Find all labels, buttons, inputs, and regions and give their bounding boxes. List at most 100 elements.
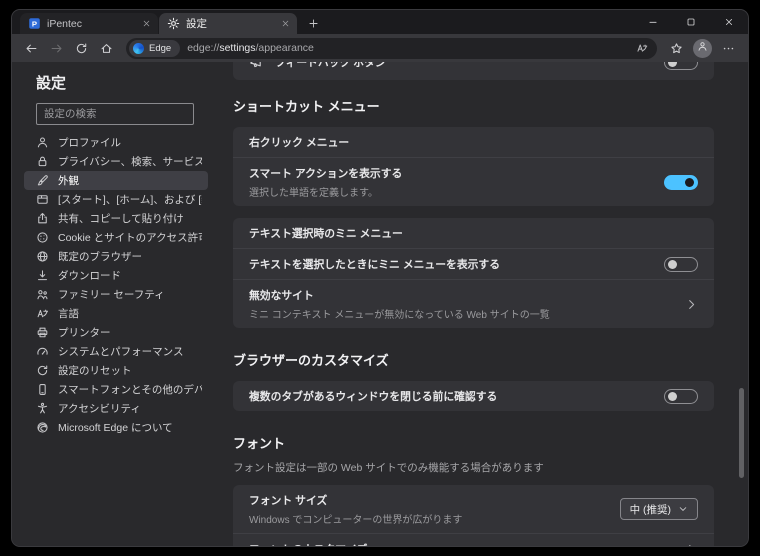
padlock-icon [36,155,49,168]
close-tab-icon[interactable] [139,17,153,31]
edge-badge-label: Edge [149,42,172,54]
accessibility-icon [36,402,49,415]
ipentec-favicon-icon: P [28,17,41,30]
confirm-close-toggle[interactable] [664,388,698,404]
settings-page: 設定 プロファイル プライバシー、検索、サービス 外観 [12,62,748,546]
sidebar-item-privacy[interactable]: プライバシー、検索、サービス [24,152,208,171]
sidebar-item-reset-settings[interactable]: 設定のリセット [24,361,208,380]
sidebar-item-appearance[interactable]: 外観 [24,171,208,190]
fonts-card: フォント サイズ Windows でコンピューターの世界が広がります 中 (推奨… [233,485,714,546]
settings-nav: プロファイル プライバシー、検索、サービス 外観 [スタート]、[ホーム]、およ… [24,133,208,437]
tab-strip: P iPentec 設定 [12,10,748,34]
printer-icon [36,326,49,339]
sidebar-item-downloads[interactable]: ダウンロード [24,266,208,285]
sidebar-item-system-performance[interactable]: システムとパフォーマンス [24,342,208,361]
family-icon [36,288,49,301]
svg-text:P: P [32,20,37,29]
download-icon [36,269,49,282]
cookie-icon [36,231,49,244]
dropdown-value: 中 (推奨) [629,503,671,516]
scrollbar[interactable] [739,388,744,478]
disabled-sites-row[interactable]: 無効なサイト ミニ コンテキスト メニューが無効になっている Web サイトの一… [233,279,714,328]
speedometer-icon [36,345,49,358]
close-window-button[interactable] [710,10,748,34]
section-heading-fonts: フォント [233,436,286,451]
address-bar[interactable]: Edge edge://settings/appearance [126,37,657,59]
feedback-button-toggle[interactable] [664,62,698,70]
person-icon [36,136,49,149]
mini-menu-card: テキスト選択時のミニ メニュー テキストを選択したときにミニ メニューを表示する… [233,218,714,328]
new-tab-button[interactable] [304,14,322,32]
right-click-menu-header: 右クリック メニュー [249,137,350,149]
megaphone-icon [249,62,263,69]
section-heading-shortcut-menu: ショートカット メニュー [233,99,380,114]
share-icon [36,212,49,225]
font-size-dropdown[interactable]: 中 (推奨) [619,498,698,520]
desktop: { "icons": { "back": "left-arrow", "forw… [0,0,760,556]
sidebar-item-family-safety[interactable]: ファミリー セーフティ [24,285,208,304]
minimize-button[interactable] [634,10,672,34]
browser-menu-icon[interactable] [717,37,740,59]
close-tab-icon[interactable] [278,17,292,31]
chevron-down-icon [678,504,688,514]
customize-browser-card: 複数のタブがあるウィンドウを閉じる前に確認する [233,381,714,411]
edge-logo-icon [133,42,144,54]
right-click-menu-card: 右クリック メニュー スマート アクションを表示する 選択した単語を定義します。 [233,127,714,206]
edge-swirl-icon [36,421,49,434]
sidebar-item-default-browser[interactable]: 既定のブラウザー [24,247,208,266]
navigation-bar: Edge edge://settings/appearance [12,34,748,62]
search-box [36,103,217,125]
confirm-close-row: 複数のタブがあるウィンドウを閉じる前に確認する [233,381,714,411]
mini-menu-header: テキスト選択時のミニ メニュー [249,228,403,240]
sidebar-item-share-copy-paste[interactable]: 共有、コピーして貼り付け [24,209,208,228]
window-controls [634,10,748,34]
maximize-button[interactable] [672,10,710,34]
chevron-right-icon [685,298,698,311]
tab-ipentec[interactable]: P iPentec [20,13,158,34]
translate-icon[interactable] [633,39,651,57]
gear-icon [167,17,180,30]
sidebar-item-about-edge[interactable]: Microsoft Edge について [24,418,208,437]
forward-button[interactable] [45,37,68,59]
home-button[interactable] [95,37,118,59]
person-icon [697,39,708,57]
globe-icon [36,250,49,263]
language-icon [36,307,49,320]
smartphone-icon [36,383,49,396]
tabs-icon [36,193,49,206]
settings-search-input[interactable] [36,103,194,125]
mini-menu-row: テキストを選択したときにミニ メニューを表示する [233,248,714,279]
smart-actions-toggle[interactable] [664,174,698,190]
sidebar-item-languages[interactable]: 言語 [24,304,208,323]
url-text: edge://settings/appearance [187,42,314,54]
sidebar-item-start-home-new-tabs[interactable]: [スタート]、[ホーム]、および [新規] タブ [24,190,208,209]
tab-title: iPentec [47,17,83,30]
section-heading-customize-browser: ブラウザーのカスタマイズ [233,353,389,368]
back-button[interactable] [20,37,43,59]
refresh-button[interactable] [70,37,93,59]
feedback-button-row: フィードバック ボタン [233,62,714,80]
favorites-icon[interactable] [665,37,688,59]
row-title: フィードバック ボタン [275,62,386,69]
font-size-row: フォント サイズ Windows でコンピューターの世界が広がります 中 (推奨… [233,485,714,533]
sidebar-item-cookies-permissions[interactable]: Cookie とサイトのアクセス許可 [24,228,208,247]
sidebar-item-printers[interactable]: プリンター [24,323,208,342]
sidebar-item-accessibility[interactable]: アクセシビリティ [24,399,208,418]
fonts-note: フォント設定は一部の Web サイトでのみ機能する場合があります [233,462,544,474]
browser-window: P iPentec 設定 Edge edge://settings/appear… [12,10,748,546]
tab-settings[interactable]: 設定 [159,13,297,34]
edge-badge: Edge [129,39,181,57]
sidebar-item-phone-devices[interactable]: スマートフォンとその他のデバイス [24,380,208,399]
tab-title: 設定 [186,18,207,30]
customize-fonts-row[interactable]: フォントのカスタマイズ [233,533,714,546]
settings-title: 設定 [36,75,67,92]
mini-menu-toggle[interactable] [664,256,698,272]
smart-actions-row: スマート アクションを表示する 選択した単語を定義します。 [233,157,714,206]
sidebar-item-profile[interactable]: プロファイル [24,133,208,152]
settings-content: フィードバック ボタン ショートカット メニュー 右クリック メニュー スマート… [217,62,748,546]
reset-icon [36,364,49,377]
paint-brush-icon [36,174,49,187]
previous-section-card: フィードバック ボタン [233,62,714,80]
settings-sidebar: 設定 プロファイル プライバシー、検索、サービス 外観 [12,62,217,546]
profile-avatar[interactable] [693,38,712,58]
